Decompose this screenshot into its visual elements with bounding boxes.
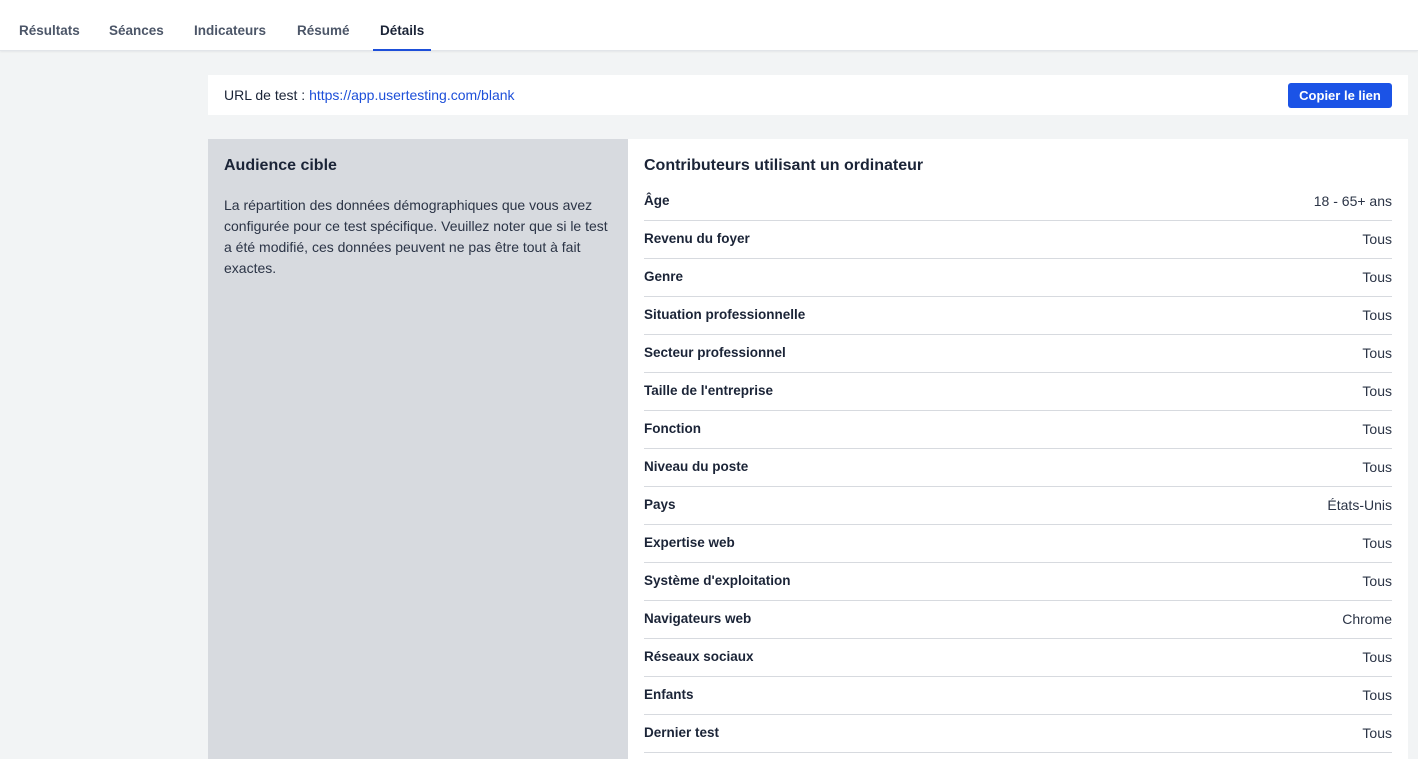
contributors-title: Contributeurs utilisant un ordinateur xyxy=(644,157,924,174)
row-label: Pays xyxy=(644,497,676,512)
row-value: Tous xyxy=(1362,345,1392,361)
demographic-row-reseaux: Réseaux sociaux Tous xyxy=(644,639,1392,677)
demographics-list: Âge 18 - 65+ ans Revenu du foyer Tous Ge… xyxy=(644,183,1392,753)
demographic-row-niveau: Niveau du poste Tous xyxy=(644,449,1392,487)
row-label: Âge xyxy=(644,193,670,208)
audience-panel: Audience cible La répartition des donnée… xyxy=(208,139,628,759)
row-label: Expertise web xyxy=(644,535,735,550)
row-label: Secteur professionnel xyxy=(644,345,786,360)
contributors-panel: Contributeurs utilisant un ordinateur Âg… xyxy=(628,139,1408,759)
demographic-row-navigateurs: Navigateurs web Chrome xyxy=(644,601,1392,639)
row-value: Tous xyxy=(1362,269,1392,285)
row-value: Tous xyxy=(1362,725,1392,741)
demographic-row-dernier-test: Dernier test Tous xyxy=(644,715,1392,753)
tab-seances[interactable]: Séances xyxy=(109,0,164,51)
tab-details[interactable]: Détails xyxy=(372,0,432,51)
row-value: Tous xyxy=(1362,649,1392,665)
demographic-row-systeme: Système d'exploitation Tous xyxy=(644,563,1392,601)
row-label: Revenu du foyer xyxy=(644,231,750,246)
test-url-bar: URL de test : https://app.usertesting.co… xyxy=(208,75,1408,115)
demographic-row-enfants: Enfants Tous xyxy=(644,677,1392,715)
row-label: Taille de l'entreprise xyxy=(644,383,774,398)
audience-title: Audience cible xyxy=(224,157,337,174)
row-label: Système d'exploitation xyxy=(644,573,791,588)
tab-resultats[interactable]: Résultats xyxy=(19,0,80,51)
copy-link-button[interactable]: Copier le lien xyxy=(1288,83,1392,108)
row-label: Enfants xyxy=(644,687,694,702)
row-value: Tous xyxy=(1362,687,1392,703)
tab-resume[interactable]: Résumé xyxy=(297,0,350,51)
row-label: Genre xyxy=(644,269,684,284)
audience-description: La répartition des données démographique… xyxy=(224,197,608,276)
demographic-row-expertise: Expertise web Tous xyxy=(644,525,1392,563)
demographic-row-taille: Taille de l'entreprise Tous xyxy=(644,373,1392,411)
row-label: Navigateurs web xyxy=(644,611,752,626)
tab-bar: Résultats Séances Indicateurs Résumé Dét… xyxy=(0,0,1418,51)
test-url-label: URL de test : xyxy=(224,87,310,103)
test-url-row: URL de test : https://app.usertesting.co… xyxy=(224,75,515,115)
row-value: Chrome xyxy=(1342,611,1392,627)
demographic-row-revenu: Revenu du foyer Tous xyxy=(644,221,1392,259)
row-label: Dernier test xyxy=(644,725,720,740)
demographic-row-fonction: Fonction Tous xyxy=(644,411,1392,449)
test-url-link[interactable]: https://app.usertesting.com/blank xyxy=(309,87,514,103)
row-value: 18 - 65+ ans xyxy=(1313,193,1392,209)
row-value: Tous xyxy=(1362,231,1392,247)
demographic-row-secteur: Secteur professionnel Tous xyxy=(644,335,1392,373)
demographic-row-genre: Genre Tous xyxy=(644,259,1392,297)
row-label: Situation professionnelle xyxy=(644,307,806,322)
row-value: Tous xyxy=(1362,459,1392,475)
row-value: Tous xyxy=(1362,573,1392,589)
row-label: Niveau du poste xyxy=(644,459,749,474)
row-value: Tous xyxy=(1362,307,1392,323)
row-value: Tous xyxy=(1362,535,1392,551)
row-value: Tous xyxy=(1362,383,1392,399)
tab-indicateurs[interactable]: Indicateurs xyxy=(194,0,266,51)
row-value: Tous xyxy=(1362,421,1392,437)
demographic-row-situation: Situation professionnelle Tous xyxy=(644,297,1392,335)
row-label: Réseaux sociaux xyxy=(644,649,754,664)
demographic-row-pays: Pays États-Unis xyxy=(644,487,1392,525)
row-label: Fonction xyxy=(644,421,701,436)
row-value: États-Unis xyxy=(1327,497,1392,513)
demographic-row-age: Âge 18 - 65+ ans xyxy=(644,183,1392,221)
